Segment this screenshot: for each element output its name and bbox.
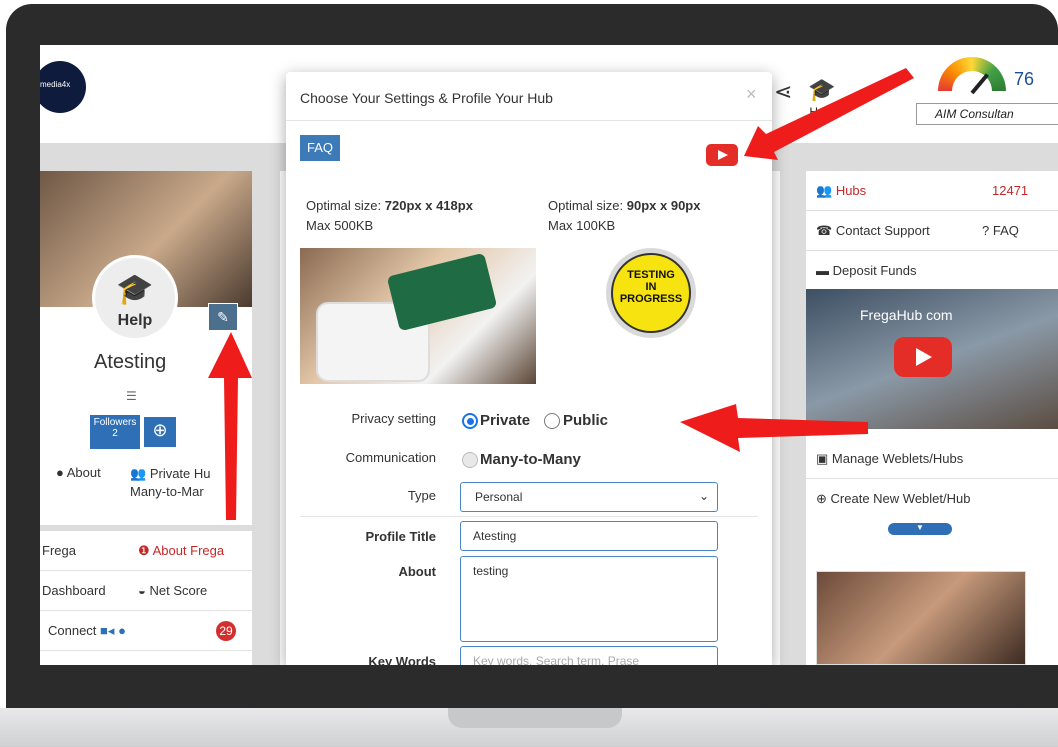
arrow-to-youtube (744, 68, 914, 160)
annotation-arrows (208, 68, 914, 520)
laptop-frame: media4x ⋖ 🎓 Help 76 AIM Consultan 🎓 Help… (0, 0, 1058, 747)
arrow-to-privacy (680, 404, 868, 452)
arrow-to-edit (208, 332, 252, 520)
